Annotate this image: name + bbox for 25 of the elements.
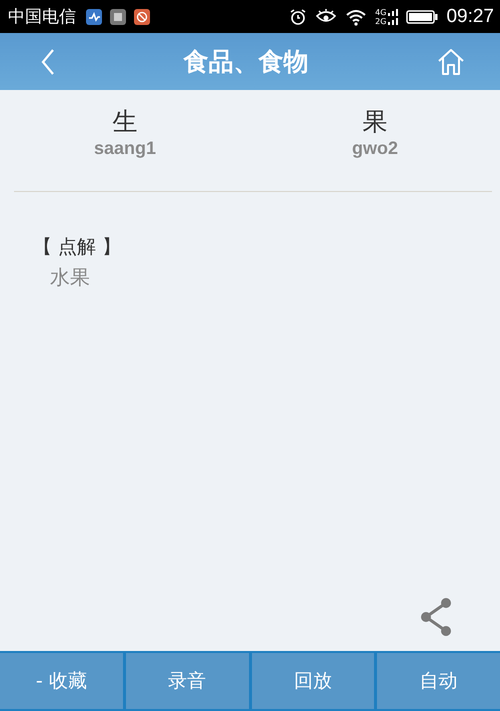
toolbar-button[interactable]: - 收藏 — [0, 653, 123, 709]
network-type: 2G — [375, 16, 386, 26]
image-notification-icon — [110, 8, 126, 24]
toolbar-button[interactable]: 录音 — [126, 653, 248, 709]
share-icon[interactable] — [419, 597, 453, 637]
blocked-notification-icon — [134, 8, 150, 24]
romanization: saang1 — [94, 138, 156, 159]
alarm-icon — [289, 8, 308, 26]
wifi-icon — [345, 8, 368, 26]
carrier-name: 中国电信 — [8, 6, 76, 28]
toolbar-button[interactable]: 自动 — [377, 653, 500, 709]
network-type: 4G — [375, 8, 386, 16]
battery-icon — [406, 8, 438, 24]
explanation-text: 水果 — [50, 264, 90, 291]
chinese-character: 生 — [112, 106, 138, 138]
explanation-heading: 【 点解 】 — [33, 235, 122, 260]
page-title: 食品、食物 — [184, 46, 308, 78]
back-icon[interactable] — [40, 48, 56, 76]
app-notification-icon — [86, 8, 102, 24]
chinese-character: 果 — [362, 106, 388, 138]
toolbar-button[interactable]: 回放 — [252, 653, 374, 709]
clock-time: 09:27 — [446, 6, 494, 28]
signal-icon — [388, 8, 398, 26]
romanization: gwo2 — [352, 138, 398, 159]
home-icon[interactable] — [436, 46, 466, 76]
